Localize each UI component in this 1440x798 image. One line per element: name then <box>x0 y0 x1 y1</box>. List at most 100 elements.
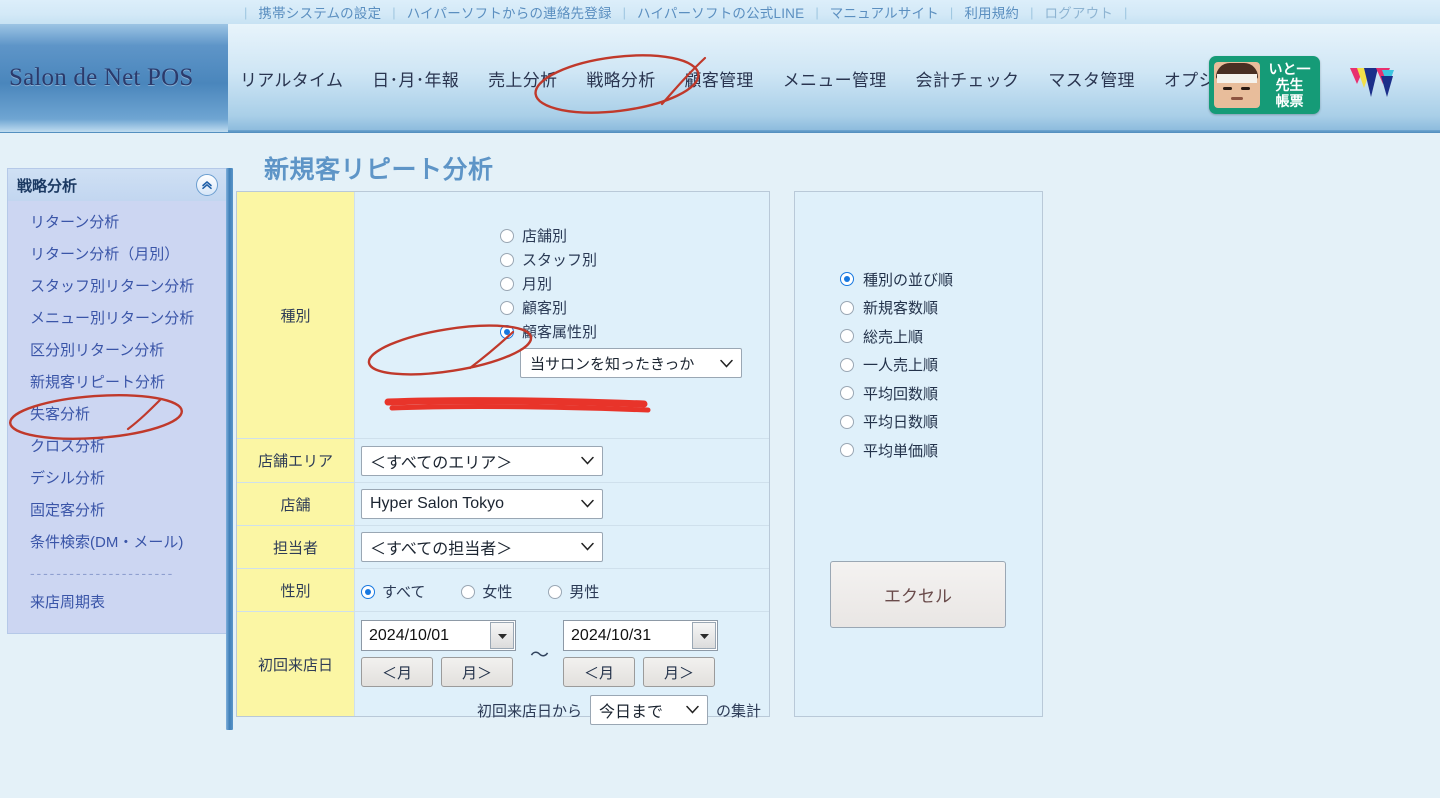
form-label-first-visit-date: 初回来店日 <box>237 612 355 716</box>
customer-attribute-select[interactable]: 当サロンを知ったきっか <box>520 348 742 378</box>
radio-icon[interactable] <box>840 386 854 400</box>
sort-option-by-type-order[interactable]: 種別の並び順 <box>840 269 953 290</box>
top-link-logout[interactable]: ログアウト <box>1045 2 1114 22</box>
top-link-mobile-system-settings[interactable]: 携帯システムの設定 <box>258 2 381 22</box>
menu-item-menu-management[interactable]: メニュー管理 <box>783 66 887 91</box>
excel-export-button[interactable]: エクセル <box>830 561 1006 628</box>
radio-icon[interactable] <box>500 301 514 315</box>
sidebar-item-decile-analysis[interactable]: デシル分析 <box>8 463 226 495</box>
top-link-hypersoft-contact-registration[interactable]: ハイパーソフトからの連絡先登録 <box>407 2 612 22</box>
form-row-gender: 性別 すべて 女性 男性 <box>237 569 769 612</box>
type-option-by-store[interactable]: 店舗別 <box>500 225 769 246</box>
radio-icon[interactable] <box>500 277 514 291</box>
radio-icon[interactable] <box>840 301 854 315</box>
form-field-gender: すべて 女性 男性 <box>355 569 769 611</box>
radio-icon[interactable] <box>840 415 854 429</box>
menu-item-strategy-analysis[interactable]: 戦略分析 <box>586 66 655 91</box>
user-face-icon <box>1214 62 1260 108</box>
page-title: 新規客リピート分析 <box>264 150 494 186</box>
user-badge[interactable]: いと一先生 帳票 <box>1209 56 1320 114</box>
sidebar-item-menu-return-analysis[interactable]: メニュー別リターン分析 <box>8 303 226 335</box>
brand-triangles-icon <box>1348 64 1398 104</box>
to-prev-month-button[interactable]: ＜月 <box>563 657 635 687</box>
sidebar-item-new-customer-repeat-analysis[interactable]: 新規客リピート分析 <box>8 367 226 399</box>
sidebar-item-category-return-analysis[interactable]: 区分別リターン分析 <box>8 335 226 367</box>
form-field-staff: ＜すべての担当者＞ <box>355 526 769 568</box>
sidebar-item-condition-search-dm-mail[interactable]: 条件検索(DM・メール) <box>8 527 226 559</box>
sort-option-by-new-customer-count[interactable]: 新規客数順 <box>840 297 953 318</box>
type-option-label: 顧客属性別 <box>522 321 597 342</box>
type-option-label: 顧客別 <box>522 297 567 318</box>
main-menu: リアルタイム 日･月･年報 売上分析 戦略分析 顧客管理 メニュー管理 会計チェ… <box>240 66 1250 91</box>
radio-icon[interactable] <box>548 585 562 599</box>
sort-option-by-total-sales[interactable]: 総売上順 <box>840 326 953 347</box>
from-prev-month-button[interactable]: ＜月 <box>361 657 433 687</box>
type-option-by-customer-attribute[interactable]: 顧客属性別 <box>500 321 769 342</box>
sort-option-label: 新規客数順 <box>863 297 938 318</box>
radio-icon-selected[interactable] <box>361 585 375 599</box>
menu-item-customer-management[interactable]: 顧客管理 <box>685 66 754 91</box>
sidebar-item-regular-customer-analysis[interactable]: 固定客分析 <box>8 495 226 527</box>
store-select-value: Hyper Salon Tokyo <box>370 495 504 513</box>
dropdown-arrow-icon[interactable] <box>490 622 514 649</box>
first-visit-to-month-buttons: ＜月 月＞ <box>563 657 718 687</box>
first-visit-date-to-value: 2024/10/31 <box>571 627 651 645</box>
radio-icon[interactable] <box>840 358 854 372</box>
sidebar-item-return-analysis-monthly[interactable]: リターン分析（月別） <box>8 239 226 271</box>
chevron-down-icon <box>581 452 594 470</box>
radio-icon-selected[interactable] <box>500 325 514 339</box>
nav-separator: | <box>381 5 406 20</box>
sort-option-by-average-unit-price[interactable]: 平均単価順 <box>840 440 953 461</box>
form-label-gender: 性別 <box>237 569 355 611</box>
top-link-manual-site[interactable]: マニュアルサイト <box>830 2 939 22</box>
radio-icon-selected[interactable] <box>840 272 854 286</box>
sidebar-items: リターン分析 リターン分析（月別） スタッフ別リターン分析 メニュー別リターン分… <box>7 201 227 634</box>
type-option-label: 月別 <box>522 273 552 294</box>
staff-select[interactable]: ＜すべての担当者＞ <box>361 532 603 562</box>
to-next-month-button[interactable]: 月＞ <box>643 657 715 687</box>
radio-icon[interactable] <box>461 585 475 599</box>
type-option-by-month[interactable]: 月別 <box>500 273 769 294</box>
chevron-double-up-icon[interactable] <box>196 174 218 196</box>
from-next-month-button[interactable]: 月＞ <box>441 657 513 687</box>
menu-item-accounting-check[interactable]: 会計チェック <box>916 66 1020 91</box>
nav-separator: | <box>939 5 964 20</box>
sort-option-by-sales-per-person[interactable]: 一人売上順 <box>840 354 953 375</box>
aggregation-period-select[interactable]: 今日まで <box>590 695 708 725</box>
sidebar-item-cross-analysis[interactable]: クロス分析 <box>8 431 226 463</box>
menu-item-realtime[interactable]: リアルタイム <box>240 66 343 91</box>
store-area-select[interactable]: ＜すべてのエリア＞ <box>361 446 603 476</box>
form-label-store: 店舗 <box>237 483 355 525</box>
menu-item-sales-analysis[interactable]: 売上分析 <box>488 66 557 91</box>
dropdown-arrow-icon[interactable] <box>692 622 716 649</box>
user-badge-sub: 帳票 <box>1264 93 1315 109</box>
app-logo-text: Salon de Net POS <box>0 64 193 92</box>
app-logo[interactable]: Salon de Net POS <box>0 24 228 132</box>
top-link-hypersoft-official-line[interactable]: ハイパーソフトの公式LINE <box>637 2 804 22</box>
sidebar-item-lost-customer-analysis[interactable]: 失客分析 <box>8 399 226 431</box>
nav-separator: | <box>233 5 258 20</box>
sidebar-item-return-analysis[interactable]: リターン分析 <box>8 207 226 239</box>
form-field-store-area: ＜すべてのエリア＞ <box>355 439 769 482</box>
type-option-by-customer[interactable]: 顧客別 <box>500 297 769 318</box>
radio-icon[interactable] <box>500 229 514 243</box>
sort-option-label: 平均回数順 <box>863 383 938 404</box>
radio-icon[interactable] <box>500 253 514 267</box>
store-select[interactable]: Hyper Salon Tokyo <box>361 489 603 519</box>
menu-item-daily-monthly-yearly[interactable]: 日･月･年報 <box>372 66 459 91</box>
sort-radio-group: 種別の並び順 新規客数順 総売上順 一人売上順 平均回数順 平均日数順 <box>840 261 953 468</box>
aggregation-suffix-label: の集計 <box>716 700 761 721</box>
sidebar-item-visit-cycle-table[interactable]: 来店周期表 <box>8 587 226 619</box>
sort-option-by-average-visit-count[interactable]: 平均回数順 <box>840 383 953 404</box>
sidebar-rail <box>226 168 233 730</box>
sidebar-item-staff-return-analysis[interactable]: スタッフ別リターン分析 <box>8 271 226 303</box>
top-link-terms-of-use[interactable]: 利用規約 <box>964 2 1019 22</box>
menu-item-master-management[interactable]: マスタ管理 <box>1048 66 1135 91</box>
aggregation-prefix-label: 初回来店日から <box>477 700 582 721</box>
first-visit-date-from-input[interactable]: 2024/10/01 <box>361 620 516 651</box>
radio-icon[interactable] <box>840 329 854 343</box>
first-visit-date-to-input[interactable]: 2024/10/31 <box>563 620 718 651</box>
sort-option-by-average-days[interactable]: 平均日数順 <box>840 411 953 432</box>
radio-icon[interactable] <box>840 443 854 457</box>
type-option-by-staff[interactable]: スタッフ別 <box>500 249 769 270</box>
